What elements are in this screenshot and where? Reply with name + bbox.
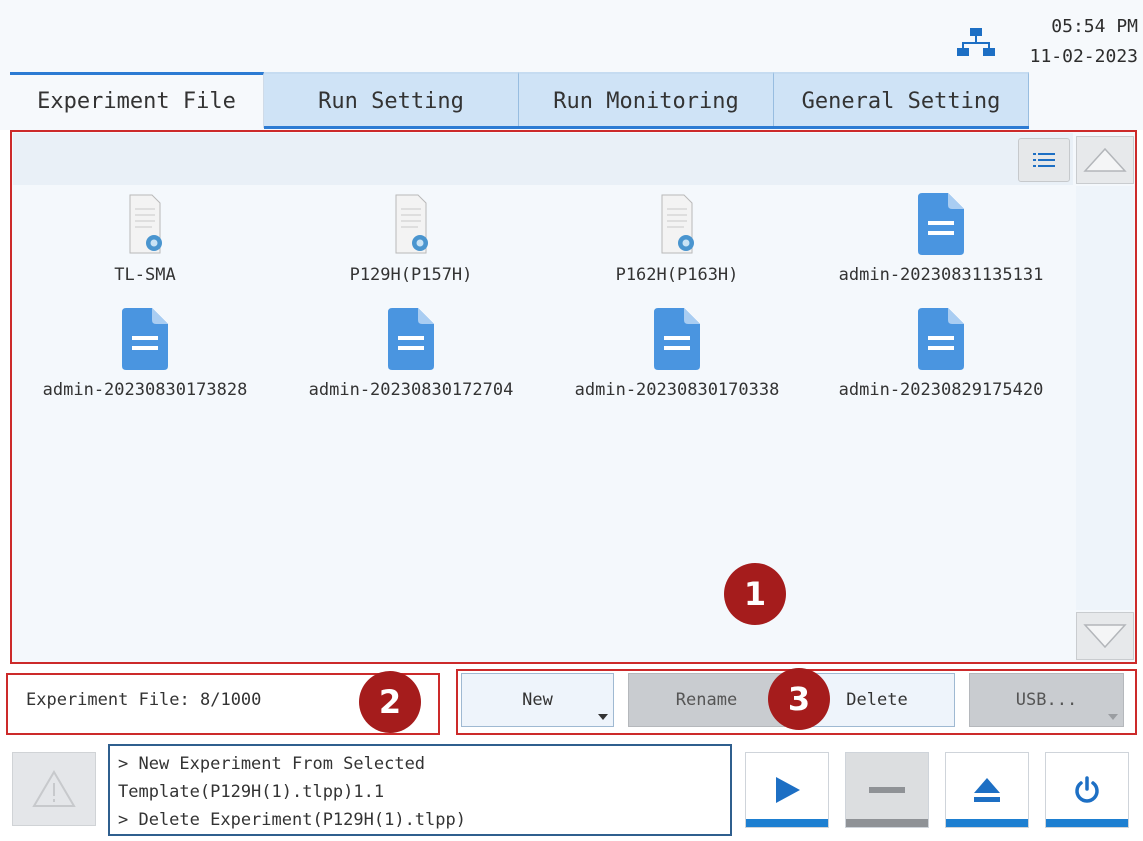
template-file-icon [395,194,428,254]
usb-button[interactable]: USB... [969,673,1124,727]
new-button-label: New [522,690,553,710]
power-icon [1075,776,1099,803]
file-name: admin-20230829175420 [838,380,1044,400]
warning-icon [32,770,76,807]
button-accent-bar [1046,819,1128,827]
template-file-icon [129,194,162,254]
message-log: > New Experiment From Selected Template(… [108,744,732,836]
tab-general-setting[interactable]: General Setting [774,72,1029,128]
network-icon [956,26,996,58]
warning-button[interactable] [12,752,96,826]
tab-label: Run Setting [318,88,464,114]
usb-button-label: USB... [1015,690,1078,710]
document-icon [918,193,964,255]
file-item[interactable]: admin-20230829175420 [816,308,1066,418]
log-line: > Delete Experiment(P129H(1).tlpp) [118,810,466,830]
callout-marker-1: 1 [724,563,786,625]
tab-label: Experiment File [37,89,236,114]
file-item[interactable]: P162H(P163H) [552,193,802,303]
rename-button[interactable]: Rename [628,673,785,727]
scrollbar-track[interactable] [1076,186,1134,610]
tab-label: Run Monitoring [553,88,739,114]
file-item[interactable]: admin-20230830172704 [286,308,536,418]
power-button[interactable] [1045,752,1129,828]
list-icon [1033,153,1055,167]
file-item[interactable]: TL-SMA [20,193,270,303]
document-icon [654,308,700,370]
file-name: admin-20230830173828 [42,380,248,400]
new-button[interactable]: New [461,673,614,727]
file-item[interactable]: admin-20230830173828 [20,308,270,418]
eject-icon [974,778,1000,802]
delete-button-label: Delete [846,690,908,710]
experiment-file-count: Experiment File: 8/1000 [26,690,262,710]
file-item[interactable]: P129H(P157H) [286,193,536,303]
list-view-button[interactable] [1018,138,1070,182]
button-accent-bar [846,819,928,827]
file-item[interactable]: admin-20230831135131 [816,193,1066,303]
button-accent-bar [946,819,1028,827]
rename-button-label: Rename [675,690,738,710]
file-name: TL-SMA [114,265,176,285]
tab-run-monitoring[interactable]: Run Monitoring [519,72,774,128]
dropdown-arrow-icon [598,714,608,720]
file-name: P129H(P157H) [349,265,473,285]
scroll-down-button[interactable] [1076,612,1134,660]
file-name: P162H(P163H) [615,265,739,285]
file-name: admin-20230831135131 [838,265,1044,285]
document-icon [122,308,168,370]
file-item[interactable]: admin-20230830170338 [552,308,802,418]
run-button[interactable] [745,752,829,828]
eject-button[interactable] [945,752,1029,828]
clock-time: 05:54 PM [1051,16,1138,37]
tab-label: General Setting [801,88,1001,114]
callout-marker-2: 2 [359,671,421,733]
scroll-up-button[interactable] [1076,136,1134,184]
file-browser-toolbar [13,133,1073,185]
file-name: admin-20230830170338 [574,380,780,400]
log-line: > New Experiment From Selected [118,754,426,774]
template-file-icon [661,194,694,254]
tab-run-setting[interactable]: Run Setting [264,72,519,128]
tab-underline [264,126,1029,129]
chevron-up-icon [1083,147,1127,172]
chevron-down-icon [1083,624,1127,649]
tab-experiment-file[interactable]: Experiment File [10,72,264,128]
document-icon [388,308,434,370]
button-accent-bar [746,819,828,827]
log-line: Template(P129H(1).tlpp)1.1 [118,782,385,802]
clock-date: 11-02-2023 [1029,46,1138,67]
dropdown-arrow-icon [1108,714,1118,720]
document-icon [918,308,964,370]
play-icon [776,777,800,803]
stop-button[interactable] [845,752,929,828]
file-name: admin-20230830172704 [308,380,514,400]
callout-marker-3: 3 [768,668,830,730]
stop-icon [869,787,905,793]
